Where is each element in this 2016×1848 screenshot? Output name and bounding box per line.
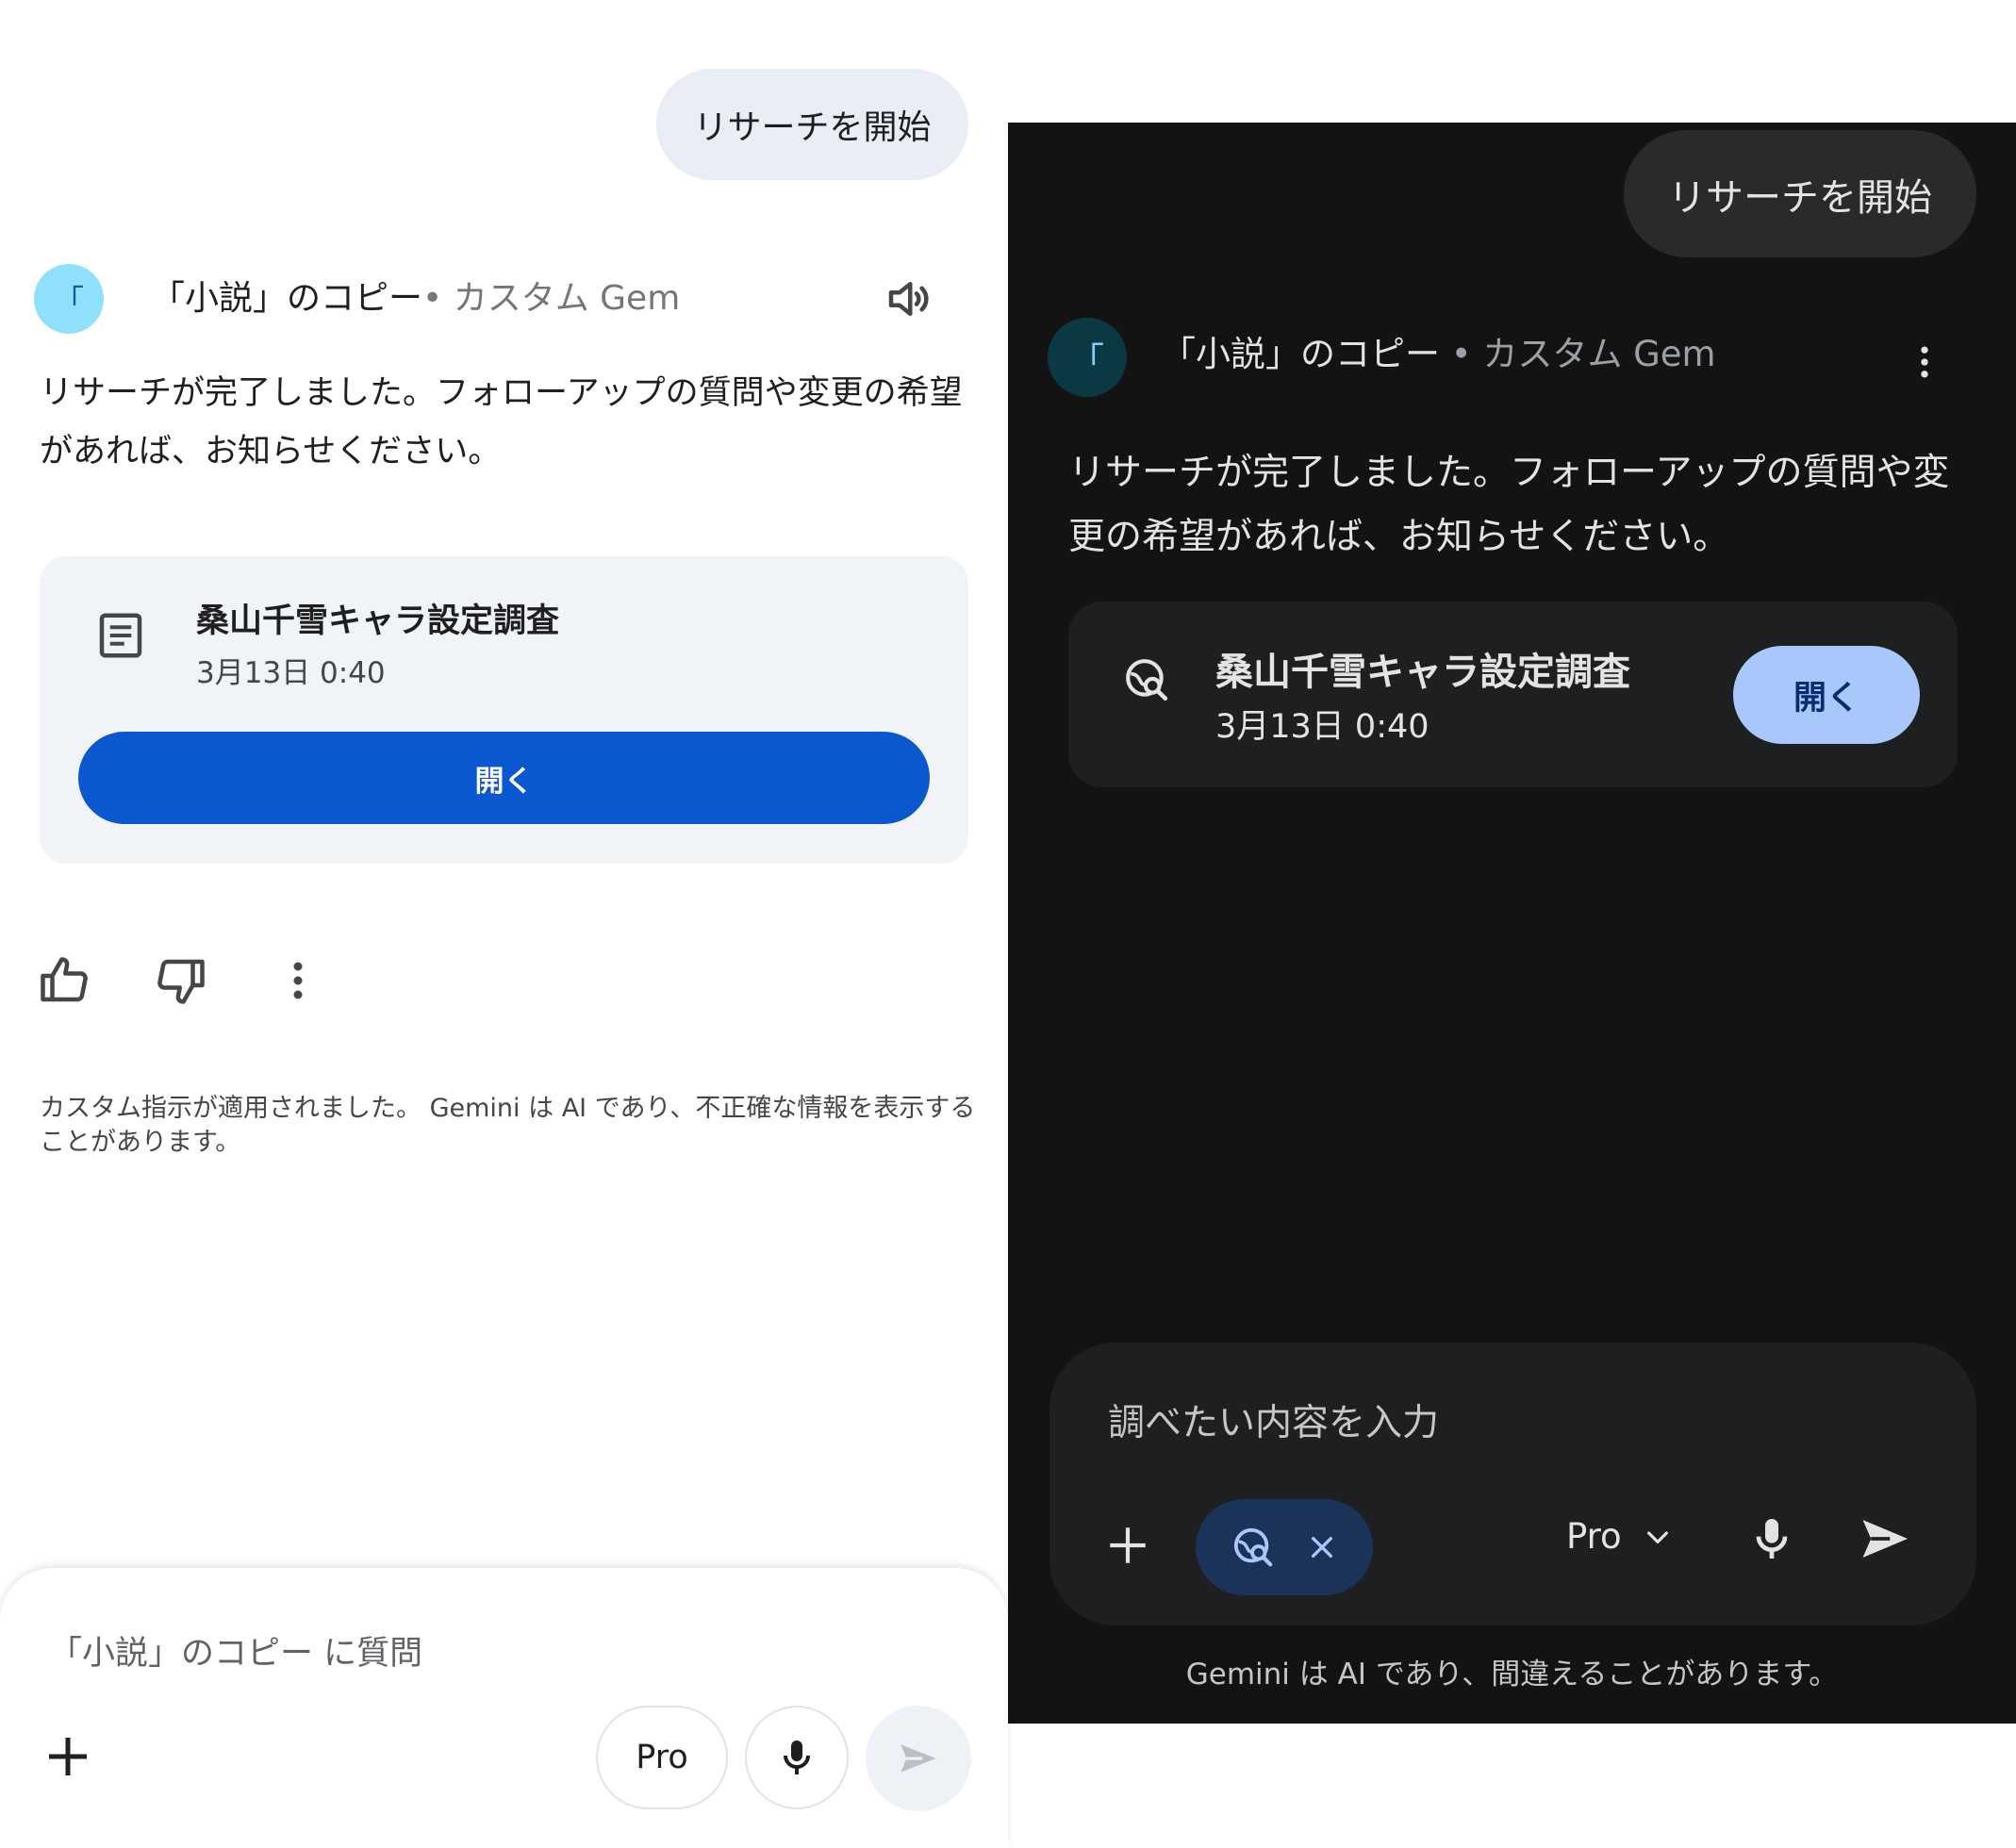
model-selector-button[interactable]: Pro [596,1706,728,1809]
gem-header: 「小説」のコピー • カスタム Gem [1161,328,1716,381]
gem-header: 「小説」のコピー• カスタム Gem [151,273,680,324]
more-vert-icon[interactable] [1915,341,1934,383]
send-button[interactable] [866,1706,971,1811]
send-icon[interactable] [1856,1510,1912,1567]
document-icon [92,607,149,664]
research-card-title: 桑山千雪キャラ設定調査 [1215,651,1630,694]
avatar-letter: 「 [1069,341,1104,380]
gem-type: カスタム Gem [1482,334,1716,374]
mic-icon [774,1735,819,1780]
chat-input[interactable]: 調べたい内容を入力 [1108,1394,1439,1446]
gem-name: 「小説」のコピー [1161,334,1440,374]
chat-input-box: 調べたい内容を入力 Pro [1049,1343,1976,1625]
research-card: 桑山千雪キャラ設定調査 3月13日 0:40 開く [40,556,968,864]
dark-theme-panel: リサーチを開始 「 「小説」のコピー • カスタム Gem リサーチが完了しまし… [1008,123,2016,1724]
user-message-text: リサーチを開始 [1668,175,1932,220]
globe-search-icon [1123,656,1170,703]
gem-separator: • [422,279,454,318]
response-message: リサーチが完了しました。フォローアップの質問や変更の希望があれば、お知らせくださ… [40,374,963,470]
open-button[interactable]: 開く [1733,646,1920,744]
speaker-icon[interactable] [883,273,934,324]
model-label: Pro [636,1739,688,1776]
disclaimer-text: Gemini は AI であり、間違えることがあります。 [1185,1658,1839,1691]
globe-search-icon [1231,1526,1275,1569]
gem-separator: • [1440,334,1483,374]
gem-type: カスタム Gem [453,279,681,318]
research-card-date: 3月13日 0:40 [1215,708,1429,746]
open-button[interactable]: 開く [78,732,930,824]
send-icon [895,1735,942,1782]
deep-research-chip[interactable] [1196,1499,1373,1595]
disclaimer-text: カスタム指示が適用されました。 Gemini は AI であり、不正確な情報を表… [40,1094,976,1157]
model-selector-button[interactable]: Pro [1566,1516,1673,1557]
plus-icon[interactable] [1104,1522,1151,1569]
research-card-date: 3月13日 0:40 [196,656,386,690]
model-label: Pro [1566,1516,1622,1557]
research-card: 桑山千雪キャラ設定調査 3月13日 0:40 開く [1068,602,1958,787]
research-card-title: 桑山千雪キャラ設定調査 [196,602,560,640]
avatar-letter: 「 [53,283,84,319]
mic-icon[interactable] [1745,1512,1798,1565]
response-message: リサーチが完了しました。フォローアップの質問や変更の希望があれば、お知らせくださ… [1068,452,1950,558]
gem-avatar: 「 [34,264,104,334]
chat-input-panel: 「小説」のコピー に質問 Pro [0,1568,1008,1848]
user-message-bubble: リサーチを開始 [656,69,968,180]
thumb-up-icon[interactable] [36,952,92,1009]
user-message-text: リサーチを開始 [693,108,932,147]
more-vert-icon[interactable] [270,952,326,1009]
light-theme-panel: リサーチを開始 「 「小説」のコピー• カスタム Gem リサーチが完了しました… [0,0,1008,1848]
user-message-bubble: リサーチを開始 [1624,130,1976,257]
gem-name: 「小説」のコピー [151,279,423,318]
chevron-down-icon [1643,1522,1673,1552]
thumb-down-icon[interactable] [153,952,209,1009]
plus-icon[interactable] [40,1728,96,1785]
mic-button[interactable] [745,1706,849,1809]
close-icon[interactable] [1307,1532,1337,1562]
chat-input[interactable]: 「小説」のコピー に質問 [49,1626,422,1675]
gem-avatar: 「 [1048,318,1127,397]
